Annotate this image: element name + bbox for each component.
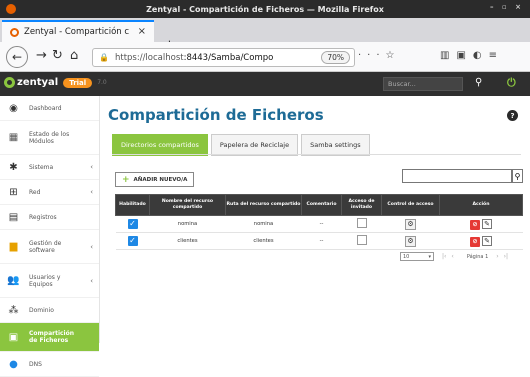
logout-icon[interactable]: ⏻ — [507, 76, 516, 90]
sidebar-item-software[interactable]: ▆ Gestión de software ‹ — [0, 230, 99, 264]
search-input[interactable]: Buscar... — [383, 77, 463, 91]
reload-button[interactable]: ↻ — [52, 48, 63, 63]
header-access-control: Control de acceso — [381, 194, 440, 216]
table-row: ✓ clientes clientes -- ⚙ ⊘ ✎ — [115, 232, 523, 250]
delete-button[interactable]: ⊘ — [470, 236, 480, 247]
dashboard-icon: ◉ — [9, 102, 18, 114]
sidebar: ◉ Dashboard ▦ Estado de los Módulos ✱ Siste… — [0, 96, 100, 377]
sidebar-item-domain[interactable]: ⁂ Dominio — [0, 298, 99, 323]
back-button[interactable]: ← — [6, 46, 28, 68]
zentyal-logo[interactable]: zentyal Trial 7.0 — [4, 77, 107, 88]
library-sidebar-icons[interactable]: ▥▣◐≡ — [440, 50, 504, 61]
next-page-icon[interactable]: › — [496, 253, 498, 260]
page-actions-icon[interactable]: ···☆ — [358, 50, 401, 61]
zentyal-favicon-icon — [10, 27, 19, 37]
header-comment: Comentario — [301, 194, 342, 216]
version-label: 7.0 — [97, 79, 107, 86]
url-host: https://localhost — [114, 52, 184, 63]
access-control-gear-icon[interactable]: ⚙ — [405, 218, 416, 230]
share-name: clientes — [149, 232, 226, 250]
browser-navbar: ← → ↻ ⌂ 🔒 https://localhost :8443/Samba/… — [0, 42, 530, 72]
sidebar-item-file-sharing[interactable]: ▣ Compartición de Ficheros — [0, 323, 99, 352]
page-title: Compartición de Ficheros — [108, 106, 324, 124]
window-titlebar: Zentyal - Compartición de Ficheros — Moz… — [0, 0, 530, 18]
share-path: clientes — [225, 232, 302, 250]
sidebar-item-network[interactable]: ⊞ Red ‹ — [0, 180, 99, 205]
pagination: 10 ▾ |‹ ‹ Página 1 › ›| — [400, 252, 513, 261]
edit-pencil-icon[interactable]: ✎ — [482, 235, 492, 246]
tab-recycle-bin[interactable]: Papelera de Reciclaje — [210, 134, 299, 156]
page-label: Página 1 — [466, 253, 489, 260]
tab-shared-directories[interactable]: Directorios compartidos — [112, 134, 208, 156]
filter-search-icon[interactable]: ⚲ — [512, 169, 523, 183]
file-share-icon: ▣ — [8, 331, 19, 343]
dns-icon: ● — [9, 358, 18, 370]
last-page-icon[interactable]: ›| — [504, 253, 508, 260]
tabs: Directorios compartidos Papelera de Reci… — [112, 134, 373, 156]
system-icon: ✱ — [9, 161, 18, 173]
browser-tabstrip: Zentyal - Compartición c × + — [0, 18, 530, 53]
sidebar-item-dashboard[interactable]: ◉ Dashboard — [0, 96, 99, 121]
sidebar-item-logs[interactable]: ▤ Registros — [0, 205, 99, 230]
window-controls[interactable]: – ▫ × — [490, 3, 524, 11]
header-guest-access: Acceso de invitado — [341, 194, 382, 216]
trial-badge: Trial — [63, 77, 93, 88]
firefox-icon — [6, 4, 16, 14]
close-tab-icon[interactable]: × — [138, 26, 146, 37]
url-path: :8443/Samba/Compo — [183, 52, 274, 63]
share-comment: -- — [301, 232, 342, 250]
tab-divider — [112, 154, 521, 155]
url-bar[interactable]: 🔒 https://localhost :8443/Samba/Compo 70… — [92, 48, 355, 67]
add-new-button[interactable]: + AÑADIR NUEVO/A — [115, 172, 195, 187]
prev-page-icon[interactable]: ‹ — [451, 253, 453, 260]
home-button[interactable]: ⌂ — [70, 48, 78, 63]
sidebar-item-users[interactable]: 👥 Usuarios y Equipos ‹ — [0, 264, 99, 298]
plus-icon: + — [122, 174, 130, 185]
delete-button[interactable]: ⊘ — [470, 219, 480, 230]
sidebar-item-modules[interactable]: ▦ Estado de los Módulos — [0, 121, 99, 155]
search-icon[interactable]: ⚲ — [475, 77, 482, 88]
window-title: Zentyal - Compartición de Ficheros — Moz… — [146, 4, 384, 14]
guest-access-checkbox[interactable] — [356, 235, 367, 245]
zoom-indicator[interactable]: 70% — [321, 51, 350, 64]
header-enabled: Habilitado — [115, 194, 150, 216]
header-share-path: Ruta del recurso compartido — [225, 194, 302, 216]
brand-name: zentyal — [17, 77, 59, 88]
network-icon: ⊞ — [9, 186, 18, 198]
access-control-gear-icon[interactable]: ⚙ — [405, 235, 416, 247]
enabled-checkbox[interactable]: ✓ — [127, 236, 138, 246]
browser-tab-label: Zentyal - Compartición c — [24, 27, 130, 37]
zentyal-header: zentyal Trial 7.0 Buscar... ⚲ ⏻ — [0, 72, 530, 96]
first-page-icon[interactable]: |‹ — [442, 253, 446, 260]
sidebar-item-dns[interactable]: ● DNS — [0, 352, 99, 377]
users-icon: 👥 — [7, 275, 20, 286]
guest-access-checkbox[interactable] — [356, 218, 367, 228]
share-comment: -- — [301, 215, 342, 233]
table-header-row: Habilitado Nombre del recurso compartido… — [115, 194, 523, 216]
domain-icon: ⁂ — [8, 304, 19, 316]
table-row: ✓ nomina nomina -- ⚙ ⊘ ✎ — [115, 215, 523, 233]
sidebar-item-system[interactable]: ✱ Sistema ‹ — [0, 155, 99, 180]
share-name: nomina — [149, 215, 226, 233]
header-share-name: Nombre del recurso compartido — [149, 194, 226, 216]
main-content: Compartición de Ficheros ? Directorios c… — [100, 96, 530, 343]
logs-icon: ▤ — [8, 211, 19, 223]
forward-button[interactable]: → — [36, 48, 47, 63]
share-path: nomina — [225, 215, 302, 233]
shares-table: Habilitado Nombre del recurso compartido… — [115, 194, 523, 250]
filter-input[interactable] — [402, 169, 512, 183]
chevron-down-icon: ▾ — [428, 253, 431, 260]
enabled-checkbox[interactable]: ✓ — [127, 219, 138, 229]
browser-tab[interactable]: Zentyal - Compartición c × — [2, 20, 154, 42]
edit-pencil-icon[interactable]: ✎ — [482, 218, 492, 229]
page-size-select[interactable]: 10 ▾ — [400, 252, 434, 261]
zentyal-logo-icon — [4, 77, 15, 88]
modules-icon: ▦ — [8, 132, 19, 143]
help-icon[interactable]: ? — [507, 110, 518, 121]
header-action: Acción — [439, 194, 523, 216]
lock-icon: 🔒 — [99, 53, 109, 62]
software-icon: ▆ — [9, 241, 18, 252]
tab-samba-settings[interactable]: Samba settings — [301, 134, 370, 156]
